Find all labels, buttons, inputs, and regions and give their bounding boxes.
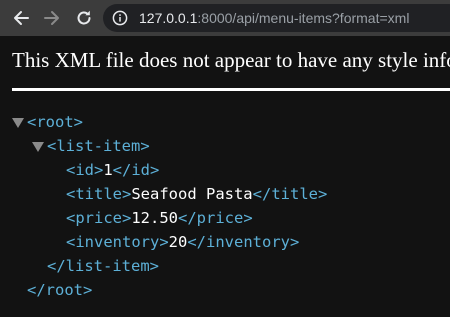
reload-button[interactable] <box>72 6 96 30</box>
root-open-line: <root> <box>27 110 83 134</box>
inventory-close-tag: </inventory> <box>187 233 300 251</box>
inventory-open-tag: <inventory> <box>66 233 169 251</box>
id-open-tag: <id> <box>66 161 104 179</box>
forward-button[interactable] <box>40 6 64 30</box>
inventory-value: 20 <box>168 233 188 251</box>
collapse-list-item-triangle-icon[interactable] <box>32 142 44 152</box>
arrow-right-icon <box>44 11 59 25</box>
url-path: :8000/api/menu-items?format=xml <box>197 10 410 26</box>
url-host: 127.0.0.1 <box>139 10 198 26</box>
browser-toolbar: 127.0.0.1:8000/api/menu-items?format=xml <box>0 0 450 36</box>
list-item-open-line: <list-item> <box>47 134 150 158</box>
info-icon[interactable] <box>112 10 128 26</box>
notice-divider <box>12 88 450 91</box>
xml-style-notice: This XML file does not appear to have an… <box>12 48 450 72</box>
id-line: <id>1</id> <box>66 158 159 182</box>
reload-icon <box>77 10 91 25</box>
title-close-tag: </title> <box>252 185 328 203</box>
price-line: <price>12.50</price> <box>66 206 253 230</box>
page-content: This XML file does not appear to have an… <box>0 36 450 317</box>
title-open-tag: <title> <box>66 185 132 203</box>
inventory-line: <inventory>20</inventory> <box>66 230 299 254</box>
root-open-tag: <root> <box>27 113 83 131</box>
back-button[interactable] <box>9 6 33 30</box>
collapse-root-triangle-icon[interactable] <box>12 118 24 128</box>
price-open-tag: <price> <box>66 209 132 227</box>
list-item-open-tag: <list-item> <box>47 137 150 155</box>
list-item-close-line: </list-item> <box>47 254 159 278</box>
title-line: <title>Seafood Pasta</title> <box>66 182 327 206</box>
title-value: Seafood Pasta <box>131 185 253 203</box>
root-close-line: </root> <box>27 278 92 302</box>
price-close-tag: </price> <box>178 209 253 227</box>
list-item-close-tag: </list-item> <box>47 257 159 275</box>
url-text: 127.0.0.1:8000/api/menu-items?format=xml <box>139 4 409 32</box>
price-value: 12.50 <box>131 209 178 227</box>
root-close-tag: </root> <box>27 281 93 299</box>
id-close-tag: </id> <box>112 161 160 179</box>
arrow-left-icon <box>14 11 29 25</box>
address-bar[interactable]: 127.0.0.1:8000/api/menu-items?format=xml <box>103 4 450 32</box>
id-value: 1 <box>103 161 113 179</box>
